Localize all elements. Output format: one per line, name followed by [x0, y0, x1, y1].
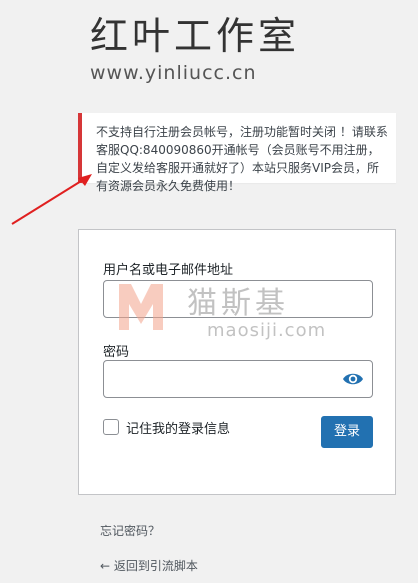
login-button[interactable]: 登录 — [321, 416, 373, 448]
annotation-arrow-icon — [11, 174, 92, 225]
login-form: 用户名或电子邮件地址 密码 记住我的登录信息 登录 猫斯基 maosiji.co… — [78, 229, 396, 495]
show-password-icon[interactable] — [342, 369, 364, 389]
logo-title: 红叶工作室 — [90, 14, 301, 58]
username-input[interactable] — [103, 280, 373, 318]
remember-me-label[interactable]: 记住我的登录信息 — [126, 418, 230, 437]
back-to-site-link[interactable]: ← 返回到引流脚本 — [100, 557, 198, 574]
remember-me-checkbox[interactable] — [103, 419, 119, 435]
lost-password-link[interactable]: 忘记密码？ — [100, 522, 160, 539]
registration-notice: 不支持自行注册会员帐号，注册功能暂时关闭 ！请联系客服QQ:840090860开… — [78, 113, 396, 193]
watermark-brand-en: maosiji.com — [207, 320, 327, 341]
logo-url: www.yinliucc.cn — [90, 62, 257, 84]
username-label: 用户名或电子邮件地址 — [103, 263, 234, 278]
notice-text: 不支持自行注册会员帐号，注册功能暂时关闭 ！请联系客服QQ:840090860开… — [96, 125, 388, 193]
site-logo[interactable]: 红叶工作室 www.yinliucc.cn — [90, 12, 330, 92]
password-input[interactable] — [103, 360, 373, 398]
password-label: 密码 — [103, 345, 130, 360]
